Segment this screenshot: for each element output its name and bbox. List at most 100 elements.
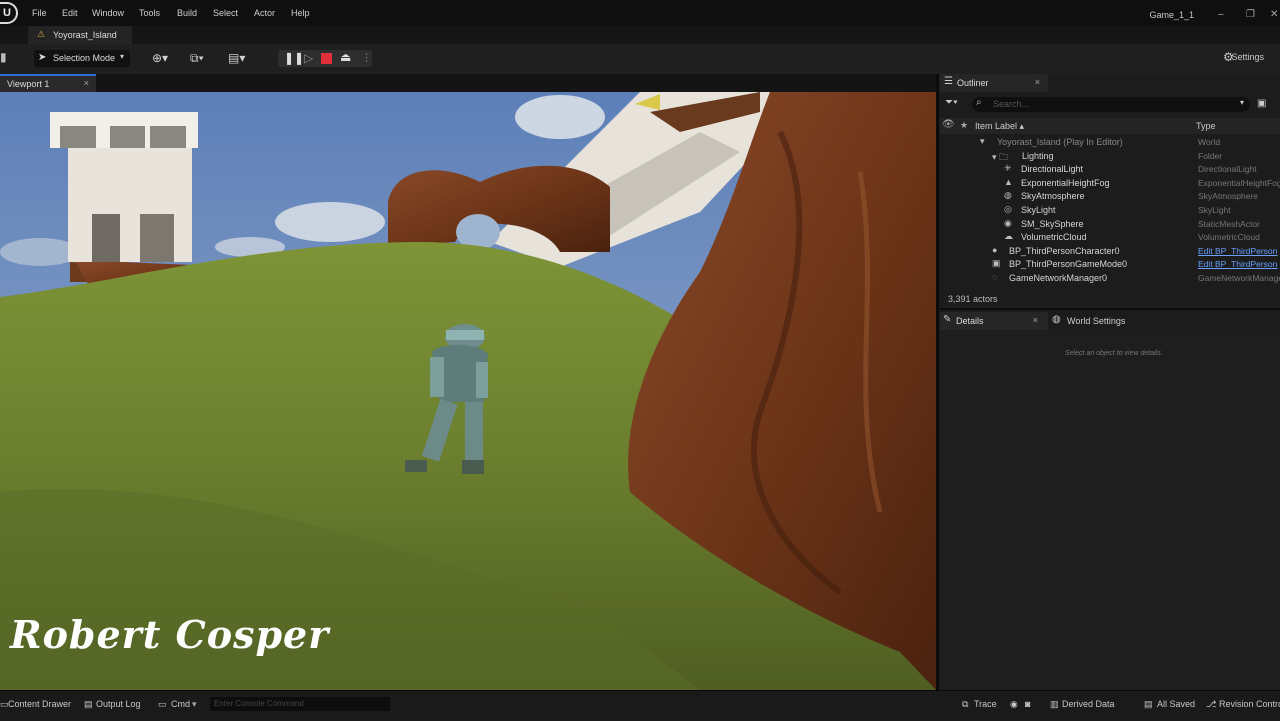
row-label: DirectionalLight [1021, 164, 1084, 175]
row-label: GameNetworkManager0 [1009, 273, 1108, 283]
row-type: VolumetricCloud [1198, 232, 1260, 243]
play-controls: ❚❚ ▷ ⏏ ⋮ [278, 50, 372, 67]
outliner-search-input[interactable]: ⌕ Search... ▾ [972, 97, 1250, 112]
details-tab[interactable]: ✎ Details × [940, 312, 1048, 330]
row-type: DirectionalLight [1198, 164, 1257, 175]
eject-icon[interactable]: ⏏ [340, 50, 351, 64]
row-icon: ◉ [1004, 217, 1012, 228]
row-icon: ▾ [980, 136, 985, 146]
watermark-signature: Robert Cosper [10, 612, 330, 657]
viewport-tabbar [0, 74, 936, 92]
panel-divider [940, 308, 1280, 310]
row-icon: ◎ [1004, 204, 1012, 214]
menu-edit[interactable]: Edit [62, 8, 78, 18]
close-icon[interactable]: × [1033, 315, 1038, 325]
menu-actor[interactable]: Actor [254, 8, 275, 18]
world-settings-tab[interactable]: ◍ World Settings [1052, 312, 1162, 330]
outliner-row[interactable]: ◌ GameNetworkManager0 GameNetworkManager [940, 272, 1280, 285]
menu-window[interactable]: Window [92, 8, 124, 18]
row-type: Folder [1198, 150, 1223, 161]
menu-build[interactable]: Build [177, 8, 197, 18]
derived-data-icon: ▥ [1050, 699, 1059, 709]
col-type[interactable]: Type [1196, 121, 1216, 131]
cmd-dropdown[interactable]: Cmd [171, 699, 190, 709]
stop-icon[interactable] [321, 53, 332, 64]
menu-help[interactable]: Help [291, 8, 310, 18]
outliner-row[interactable]: ◉ SM_SkySphere StaticMeshActor [940, 218, 1280, 231]
row-type: ExponentialHeightFog [1198, 177, 1280, 188]
row-type-link[interactable]: Edit BP_ThirdPerson [1198, 246, 1277, 256]
row-label: Lighting [1022, 150, 1054, 161]
step-frame-icon[interactable]: ▷ [304, 51, 313, 65]
selection-mode-dropdown[interactable]: ➤ Selection Mode ▾ [34, 50, 130, 67]
row-type: World [1198, 137, 1221, 147]
derived-data-button[interactable]: Derived Data [1062, 699, 1115, 709]
row-label: ExponentialHeightFog [1021, 177, 1110, 188]
selection-mode-label: Selection Mode [53, 53, 116, 63]
outliner-row[interactable]: ▾ 🗀 Lighting Folder [940, 150, 1280, 163]
globe-icon: ◍ [1052, 314, 1061, 325]
record-icon[interactable]: ◉ [1010, 699, 1018, 710]
cmd-icon: ▭ [158, 699, 167, 709]
blueprint-icon[interactable]: ⧉▾ [190, 51, 204, 66]
details-hint: Select an object to view details. [1065, 350, 1163, 357]
camera-icon[interactable]: ◙ [1025, 699, 1030, 709]
menu-select[interactable]: Select [213, 8, 238, 18]
settings-button[interactable]: Settings [1231, 52, 1264, 62]
row-icon: ▣ [992, 258, 1001, 269]
outliner-row[interactable]: ◎ SkyLight SkyLight [940, 204, 1280, 217]
console-input[interactable]: Enter Console Command [210, 697, 390, 711]
menu-tools[interactable]: Tools [139, 8, 160, 18]
cinematics-icon[interactable]: ▤▾ [228, 51, 245, 65]
menu-file[interactable]: File [32, 8, 47, 18]
col-item-label[interactable]: Item Label ▴ [975, 121, 1024, 132]
pencil-icon: ✎ [943, 314, 952, 325]
row-icon: ☁ [1004, 231, 1013, 242]
pause-icon[interactable]: ❚❚ [284, 51, 304, 65]
outliner-tab[interactable]: ☰ Outliner × [940, 74, 1048, 92]
output-log-button[interactable]: Output Log [96, 699, 141, 709]
row-icon: ● [992, 244, 998, 255]
revision-control-icon: ⎇ [1206, 699, 1217, 709]
chevron-down-icon[interactable]: ▾ [192, 699, 197, 710]
row-type: SkyAtmosphere [1198, 191, 1258, 202]
minimize-button[interactable]: – [1218, 9, 1224, 20]
outliner-row[interactable]: ▲ ExponentialHeightFog ExponentialHeightFo… [940, 177, 1280, 190]
row-icon: ◌ [992, 272, 998, 282]
add-actor-icon[interactable]: ⊕▾ [152, 51, 168, 65]
all-saved-status[interactable]: All Saved [1157, 699, 1195, 709]
add-folder-icon[interactable]: ▣ [1257, 98, 1266, 109]
more-options-icon[interactable]: ⋮ [361, 51, 372, 64]
trace-button[interactable]: Trace [974, 699, 997, 709]
chevron-down-icon: ▾ [119, 52, 124, 61]
trace-icon: ⧉ [962, 699, 969, 709]
restore-button[interactable]: ❐ [1246, 9, 1255, 20]
save-icon[interactable]: ▮ [0, 50, 7, 64]
outliner-row[interactable]: ▣ BP_ThirdPersonGameMode0 Edit BP_ThirdPer… [940, 258, 1280, 271]
row-label: SM_SkySphere [1021, 218, 1084, 229]
level-viewport[interactable] [0, 92, 936, 690]
level-tab[interactable]: ⚠ Yoyorast_Island [28, 26, 132, 44]
content-drawer-button[interactable]: Content Drawer [8, 699, 71, 709]
filter-icon[interactable]: ⏷▾ [945, 97, 958, 108]
revision-control-button[interactable]: Revision Control [1219, 699, 1280, 709]
world-settings-label: World Settings [1067, 316, 1126, 326]
outliner-row[interactable]: ✳ DirectionalLight DirectionalLight [940, 163, 1280, 176]
outliner-row[interactable]: ☁ VolumetricCloud VolumetricCloud [940, 231, 1280, 244]
close-icon[interactable]: × [84, 78, 89, 88]
outliner-row[interactable]: ◍ SkyAtmosphere SkyAtmosphere [940, 190, 1280, 203]
star-icon[interactable]: ★ [960, 120, 968, 131]
close-icon[interactable]: × [1035, 77, 1040, 87]
chevron-down-icon[interactable]: ▾ [1240, 98, 1244, 107]
outliner-icon: ☰ [944, 76, 953, 87]
outliner-row[interactable]: ● BP_ThirdPersonCharacter0 Edit BP_ThirdPe… [940, 245, 1280, 258]
logo-letter: U [3, 7, 11, 19]
eye-icon[interactable]: 👁 [942, 119, 955, 130]
row-label: BP_ThirdPersonCharacter0 [1009, 245, 1120, 256]
row-label: SkyAtmosphere [1021, 191, 1085, 202]
close-window-button[interactable]: ✕ [1270, 9, 1278, 20]
outliner-row[interactable]: ▾ Yoyorast_Island (Play In Editor) World [940, 136, 1280, 149]
viewport-tab[interactable]: Viewport 1 × [0, 74, 96, 92]
row-type-link[interactable]: Edit BP_ThirdPerson [1198, 259, 1277, 269]
viewport-scene [0, 92, 936, 690]
